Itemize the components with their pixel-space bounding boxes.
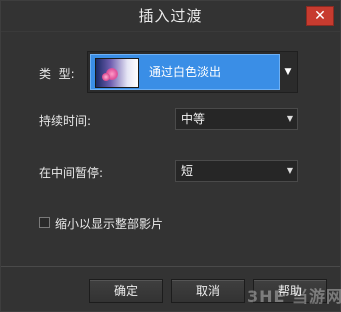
- pause-dropdown[interactable]: 短 ▼: [175, 160, 298, 182]
- chevron-down-icon: ▼: [286, 166, 293, 175]
- chevron-down-icon: ▼: [286, 114, 293, 123]
- duration-value: 中等: [181, 112, 206, 126]
- close-icon: ✕: [314, 8, 326, 24]
- type-label: 类 型:: [39, 67, 75, 81]
- divider: [1, 266, 340, 267]
- close-button[interactable]: ✕: [306, 6, 334, 26]
- pause-label: 在中间暂停:: [39, 166, 104, 180]
- cancel-button[interactable]: 取消: [171, 279, 245, 303]
- shrink-label[interactable]: 缩小以显示整部影片: [55, 215, 163, 232]
- flower-image-secondary: [102, 73, 110, 81]
- selected-transition[interactable]: 通过白色淡出: [90, 54, 280, 90]
- ok-button[interactable]: 确定: [89, 279, 163, 303]
- insert-transition-dialog: 插入过渡 ✕ 类 型: 通过白色淡出 ▼ 持续时间: 中等 ▼ 在中间暂停: 短…: [0, 0, 341, 312]
- shrink-checkbox[interactable]: [39, 217, 50, 228]
- dialog-title: 插入过渡: [138, 7, 203, 25]
- duration-label: 持续时间:: [39, 114, 92, 128]
- transition-thumbnail: [95, 58, 139, 88]
- duration-dropdown[interactable]: 中等 ▼: [175, 108, 298, 130]
- title-bar: 插入过渡 ✕: [1, 1, 340, 32]
- chevron-down-icon[interactable]: ▼: [279, 52, 297, 92]
- transition-type-combo[interactable]: 通过白色淡出 ▼: [87, 51, 298, 93]
- pause-value: 短: [181, 164, 194, 178]
- selected-transition-label: 通过白色淡出: [149, 65, 222, 79]
- watermark-logo: 3HE 当游网: [247, 287, 341, 306]
